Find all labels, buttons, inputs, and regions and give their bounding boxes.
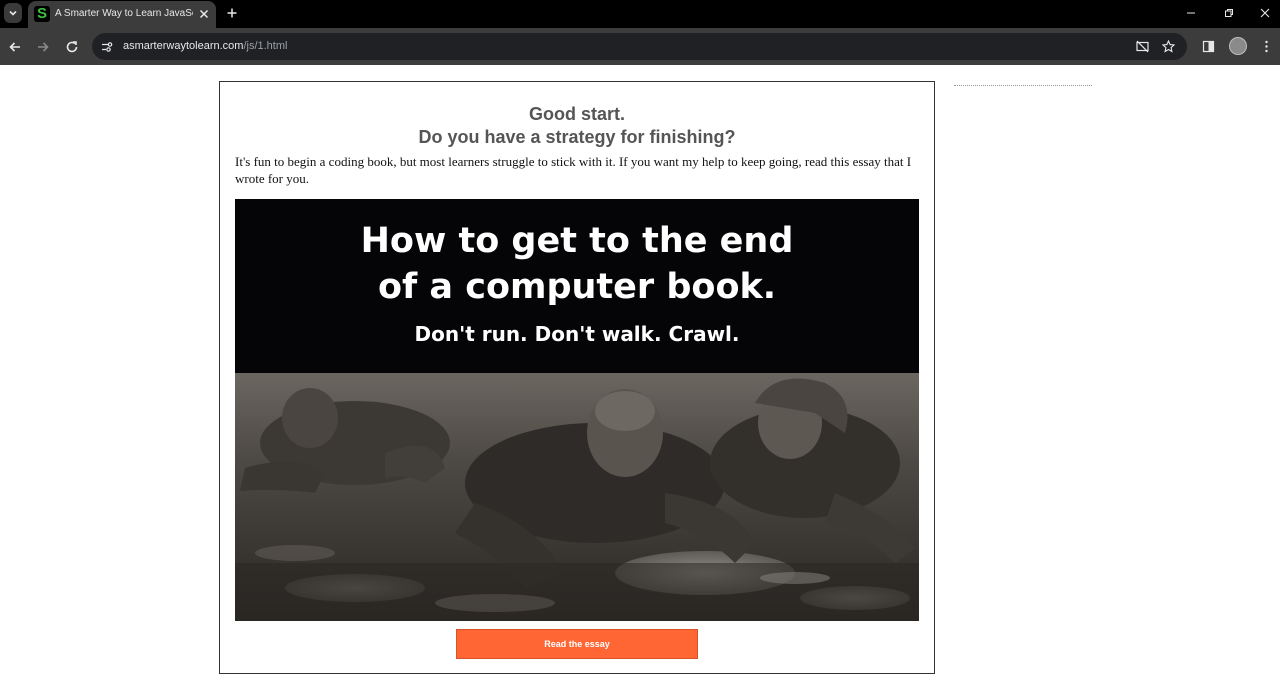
restore-button[interactable] — [1219, 4, 1239, 22]
browser-menu-button[interactable] — [1258, 38, 1274, 54]
address-bar[interactable]: asmarterwaytolearn.com/js/1.html — [92, 33, 1187, 60]
promo-intro-text: It's fun to begin a coding book, but mos… — [235, 154, 912, 186]
reload-button[interactable] — [62, 37, 82, 57]
tab-search-button[interactable] — [4, 3, 22, 23]
screen-cast-off-icon — [1135, 40, 1149, 52]
minimize-icon — [1187, 12, 1195, 14]
site-info-button[interactable] — [99, 39, 115, 55]
banner-title: How to get to the end of a computer book… — [235, 218, 919, 310]
menu-dots-icon — [1264, 40, 1268, 52]
essay-banner-image[interactable]: How to get to the end of a computer book… — [235, 199, 919, 621]
bookmark-button[interactable] — [1160, 38, 1176, 54]
url-host: asmarterwaytolearn.com — [123, 40, 244, 52]
site-favicon: S — [34, 6, 50, 22]
browser-toolbar: asmarterwaytolearn.com/js/1.html — [0, 28, 1280, 65]
site-info-icon — [102, 42, 113, 52]
plus-icon — [227, 8, 237, 18]
url-text[interactable]: asmarterwaytolearn.com/js/1.html — [123, 40, 287, 53]
close-window-button[interactable] — [1255, 4, 1275, 22]
avatar[interactable] — [1229, 37, 1247, 55]
new-tab-button[interactable] — [223, 4, 241, 22]
url-path: /js/1.html — [243, 40, 288, 52]
chevron-down-icon — [9, 10, 17, 16]
bookmark-star-icon — [1161, 39, 1175, 53]
cast-button[interactable] — [1134, 38, 1150, 54]
forward-icon — [38, 42, 49, 52]
back-icon — [9, 42, 20, 52]
promo-heading-line-1: Good start. — [528, 104, 625, 124]
banner-text-panel: How to get to the end of a computer book… — [235, 199, 919, 373]
essay-promo-box: Good start. Do you have a strategy for f… — [219, 81, 935, 674]
banner-subtitle: Don't run. Don't walk. Crawl. — [414, 322, 740, 346]
close-icon — [1260, 8, 1270, 18]
side-panel-icon — [1202, 40, 1214, 52]
forward-button[interactable] — [33, 37, 53, 57]
tab-title: A Smarter Way to Learn JavaScript — [55, 8, 193, 19]
sidebar-dotted-divider — [954, 85, 1092, 86]
page-content: Good start. Do you have a strategy for f… — [0, 65, 1280, 687]
tab-close-button[interactable] — [196, 6, 212, 22]
active-tab[interactable]: S A Smarter Way to Learn JavaScript — [28, 1, 216, 28]
mud-crawl-photo — [235, 373, 919, 621]
side-panel-button[interactable] — [1200, 38, 1216, 54]
promo-heading-line-2: Do you have a strategy for finishing? — [418, 127, 736, 147]
close-icon — [199, 9, 209, 19]
read-essay-button[interactable]: Read the essay — [456, 629, 698, 659]
reload-icon — [66, 41, 78, 53]
banner-title-line-1: How to get to the end — [360, 221, 794, 261]
tab-strip: S A Smarter Way to Learn JavaScript — [0, 0, 1280, 28]
promo-heading: Good start. Do you have a strategy for f… — [220, 103, 934, 149]
minimize-button[interactable] — [1181, 4, 1201, 22]
restore-icon — [1225, 9, 1233, 17]
banner-title-line-2: of a computer book. — [377, 267, 777, 307]
back-button[interactable] — [5, 37, 25, 57]
